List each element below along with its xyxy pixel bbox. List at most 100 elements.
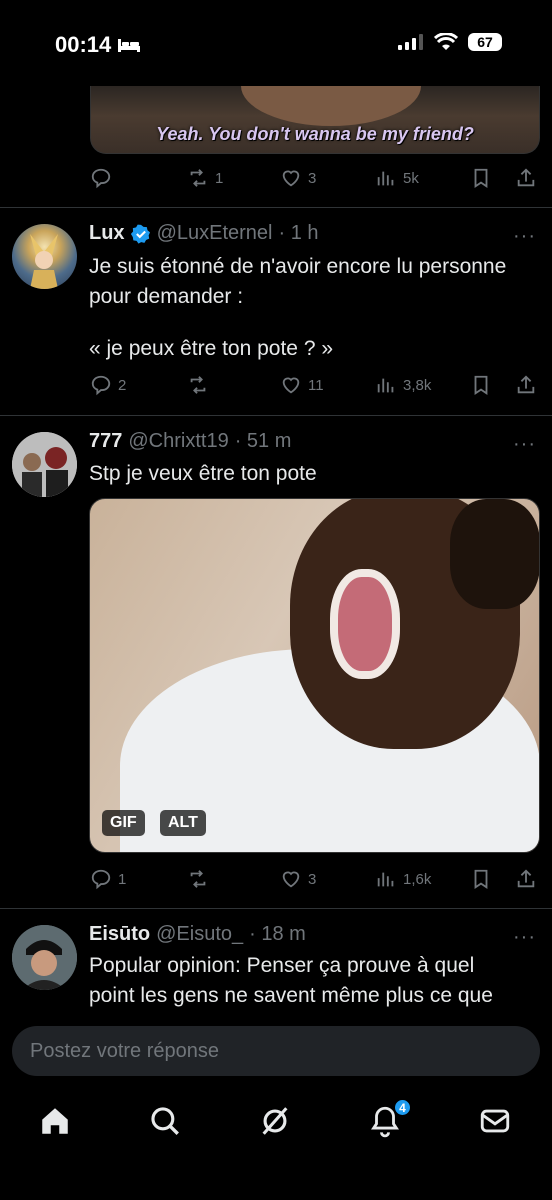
- like-button[interactable]: 11: [280, 374, 324, 396]
- reply-count: 2: [118, 376, 127, 394]
- avatar[interactable]: [12, 925, 77, 990]
- tweet[interactable]: Eisūto @Eisuto_ · 18 m ··· Popular opini…: [0, 908, 552, 1018]
- bookmark-button[interactable]: [470, 374, 492, 396]
- repost-icon: [190, 169, 206, 187]
- username[interactable]: @Eisuto_: [156, 923, 243, 946]
- reply-icon: [91, 375, 111, 396]
- timestamp[interactable]: · 18 m: [249, 923, 306, 946]
- reply-button[interactable]: 2: [90, 374, 126, 396]
- display-name[interactable]: 777: [89, 430, 122, 453]
- tweet-actions: 2 11 3,8k: [90, 372, 542, 398]
- repost-button[interactable]: 1: [187, 167, 223, 189]
- bookmark-icon: [474, 869, 488, 889]
- like-count: 3: [308, 169, 317, 187]
- wifi-icon: [434, 33, 458, 50]
- reply-button[interactable]: 1: [90, 868, 126, 890]
- tab-messages[interactable]: [478, 1104, 512, 1138]
- share-icon: [517, 869, 535, 888]
- reply-icon: [91, 869, 111, 890]
- tab-grok[interactable]: [258, 1104, 292, 1138]
- more-options-button[interactable]: ···: [513, 926, 536, 949]
- bed-icon: [118, 39, 141, 52]
- like-icon: [282, 170, 300, 187]
- tweet-header: 777 @Chrixtt19 · 51 m: [89, 430, 291, 453]
- share-button[interactable]: [515, 374, 537, 396]
- repost-count: 1: [215, 169, 224, 187]
- notifications-badge: 4: [393, 1098, 412, 1117]
- display-name[interactable]: Lux: [89, 222, 125, 245]
- status-bar: 00:14 67: [0, 0, 552, 86]
- reply-input[interactable]: Postez votre réponse: [12, 1026, 540, 1076]
- alt-badge[interactable]: ALT: [160, 810, 206, 836]
- tab-notifications[interactable]: 4: [368, 1098, 412, 1138]
- bookmark-icon: [474, 375, 488, 395]
- tweet-actions: 1 3 1,6k: [90, 866, 542, 892]
- tweet-header: Eisūto @Eisuto_ · 18 m: [89, 923, 306, 946]
- views-button[interactable]: 3,8k: [375, 374, 431, 396]
- share-button[interactable]: [515, 868, 537, 890]
- previous-tweet-media[interactable]: Yeah. You don't wanna be my friend?: [90, 86, 540, 154]
- bookmark-button[interactable]: [470, 868, 492, 890]
- tweet-text-line: pour demander :: [89, 285, 244, 308]
- views-count: 1,6k: [403, 870, 432, 888]
- battery-indicator: 67: [468, 33, 502, 51]
- media-caption: Yeah. You don't wanna be my friend?: [156, 124, 474, 144]
- tweet-text: Popular opinion: Penser ça prouve à quel…: [89, 951, 539, 1011]
- share-icon: [517, 168, 535, 187]
- reply-count: 1: [118, 870, 127, 888]
- avatar-image: [12, 432, 77, 497]
- timestamp[interactable]: · 1 h: [278, 222, 318, 245]
- grok-icon: [262, 1107, 288, 1135]
- tab-home[interactable]: [38, 1104, 72, 1138]
- tweet-text-line: Popular opinion: Penser ça prouve à quel: [89, 954, 475, 977]
- views-icon: [377, 378, 394, 393]
- username[interactable]: @LuxEternel: [157, 222, 273, 245]
- tweet-text-line: Je suis étonné de n'avoir encore lu pers…: [89, 255, 507, 278]
- bookmark-icon: [474, 168, 488, 188]
- display-name[interactable]: Eisūto: [89, 923, 150, 946]
- reply-placeholder: Postez votre réponse: [30, 1039, 219, 1062]
- tweet-text-spacer: [89, 312, 539, 334]
- avatar[interactable]: [12, 432, 77, 497]
- views-icon: [377, 872, 394, 887]
- tweet-text: Stp je veux être ton pote: [89, 459, 539, 489]
- avatar-image: [30, 234, 58, 289]
- like-button[interactable]: 3: [280, 167, 316, 189]
- repost-button[interactable]: [187, 374, 209, 396]
- search-icon: [151, 1107, 179, 1135]
- more-options-button[interactable]: ···: [513, 433, 536, 456]
- tweet-header: Lux @LuxEternel · 1 h: [89, 222, 319, 245]
- views-button[interactable]: 5k: [375, 167, 419, 189]
- messages-icon: [480, 1109, 510, 1133]
- timestamp[interactable]: · 51 m: [235, 430, 292, 453]
- tweet[interactable]: 777 @Chrixtt19 · 51 m ··· Stp je veux êt…: [0, 415, 552, 908]
- tweet-actions: 1 3 5k: [90, 165, 542, 191]
- repost-icon: [190, 376, 206, 394]
- repost-button[interactable]: [187, 868, 209, 890]
- like-count: 11: [308, 376, 324, 394]
- views-button[interactable]: 1,6k: [375, 868, 431, 890]
- avatar-image: [12, 925, 77, 990]
- views-count: 3,8k: [403, 376, 432, 394]
- views-count: 5k: [403, 169, 419, 187]
- like-button[interactable]: 3: [280, 868, 316, 890]
- like-count: 3: [308, 870, 317, 888]
- avatar[interactable]: [12, 224, 77, 289]
- tweet-text-line: « je peux être ton pote ? »: [89, 337, 334, 360]
- home-icon: [42, 1108, 68, 1134]
- views-icon: [377, 171, 394, 186]
- tweet-text-line: point les gens ne savent même plus ce qu…: [89, 984, 493, 1007]
- tweet-gif[interactable]: GIF ALT: [89, 498, 540, 853]
- tweet-text-line: Stp je veux être ton pote: [89, 462, 317, 485]
- share-button[interactable]: [515, 167, 537, 189]
- reply-button[interactable]: [90, 167, 112, 189]
- like-icon: [282, 871, 300, 888]
- tab-search[interactable]: [148, 1104, 182, 1138]
- status-indicators: 67: [398, 33, 502, 51]
- status-time: 00:14: [55, 32, 141, 58]
- username[interactable]: @Chrixtt19: [128, 430, 228, 453]
- bookmark-button[interactable]: [470, 167, 492, 189]
- bottom-tab-bar: 4: [0, 1082, 552, 1200]
- more-options-button[interactable]: ···: [513, 225, 536, 248]
- media-figure: [241, 86, 421, 126]
